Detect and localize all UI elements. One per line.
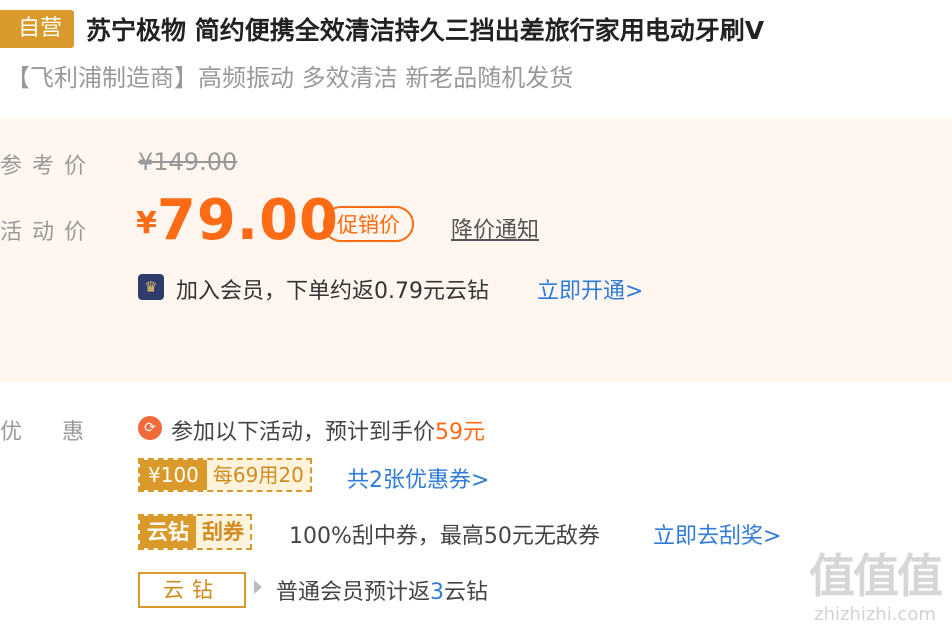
promotion-summary: 参加以下活动，预计到手价59元 (171, 414, 485, 446)
yunzuan-rebate-text: 普通会员预计返3云钻 (276, 574, 488, 606)
scratch-description: 100%刮中券，最高50元无敌券 (289, 524, 600, 549)
activity-price-value: 79.00 (156, 188, 340, 253)
yunzuan-prefix: 普通会员预计返 (276, 580, 431, 605)
estimated-price: 59元 (435, 420, 486, 445)
yunzuan-count: 3 (430, 580, 445, 605)
price-panel: 参考价 ¥149.00 活动价 ¥79.00 促销价 降价通知 ♛ 加入会员，下… (0, 118, 952, 382)
coupon-rule: 每69用20 (206, 460, 310, 490)
watermark-logo: 值值值 (809, 549, 943, 603)
scratch-tag-coupon: 刮券 (196, 516, 250, 548)
membership-text: 加入会员，下单约返0.79元云钻 (176, 279, 489, 304)
scratch-now-link[interactable]: 立即去刮奖> (653, 518, 781, 550)
title-row: 自营 苏宁极物 简约便携全效清洁持久三挡出差旅行家用电动牙刷V (0, 8, 952, 50)
coupon-tag[interactable]: ¥100 每69用20 (138, 458, 312, 492)
promotion-icon: ⟳ (138, 416, 162, 440)
watermark: 值值值 zhizhizhi.com (800, 548, 950, 634)
product-title: 苏宁极物 简约便携全效清洁持久三挡出差旅行家用电动牙刷V (86, 16, 765, 45)
discount-label: 优惠 (0, 420, 125, 445)
coupon-count-link[interactable]: 共2张优惠券> (347, 462, 489, 494)
scratch-coupon-tag[interactable]: 云钻 刮券 (138, 514, 252, 550)
product-subtitle: 【飞利浦制造商】高频振动 多效清洁 新老品随机发货 (6, 64, 574, 92)
watermark-site: zhizhizhi.com (814, 604, 936, 625)
coupon-amount: ¥100 (140, 460, 207, 490)
currency-symbol: ¥ (136, 206, 157, 241)
promo-price-tag: 促销价 (323, 206, 414, 242)
reference-price-label: 参考价 (0, 154, 97, 179)
yunzuan-tag: 云钻 (138, 572, 246, 608)
yunzuan-suffix: 云钻 (444, 580, 489, 605)
scratch-tag-yunzuan: 云钻 (140, 516, 196, 548)
product-detail-page: 自营 苏宁极物 简约便携全效清洁持久三挡出差旅行家用电动牙刷V 【飞利浦制造商】… (0, 0, 952, 634)
reference-price: ¥149.00 (138, 148, 238, 176)
caret-right-icon (254, 580, 262, 594)
price-alert-link[interactable]: 降价通知 (451, 212, 539, 244)
activity-price-label: 活动价 (0, 220, 97, 245)
open-membership-link[interactable]: 立即开通> (537, 273, 643, 305)
self-operated-tag: 自营 (0, 10, 75, 48)
activity-price: ¥79.00 (136, 188, 339, 253)
promotion-summary-text: 参加以下活动，预计到手价 (171, 420, 436, 445)
crown-icon: ♛ (138, 274, 164, 300)
